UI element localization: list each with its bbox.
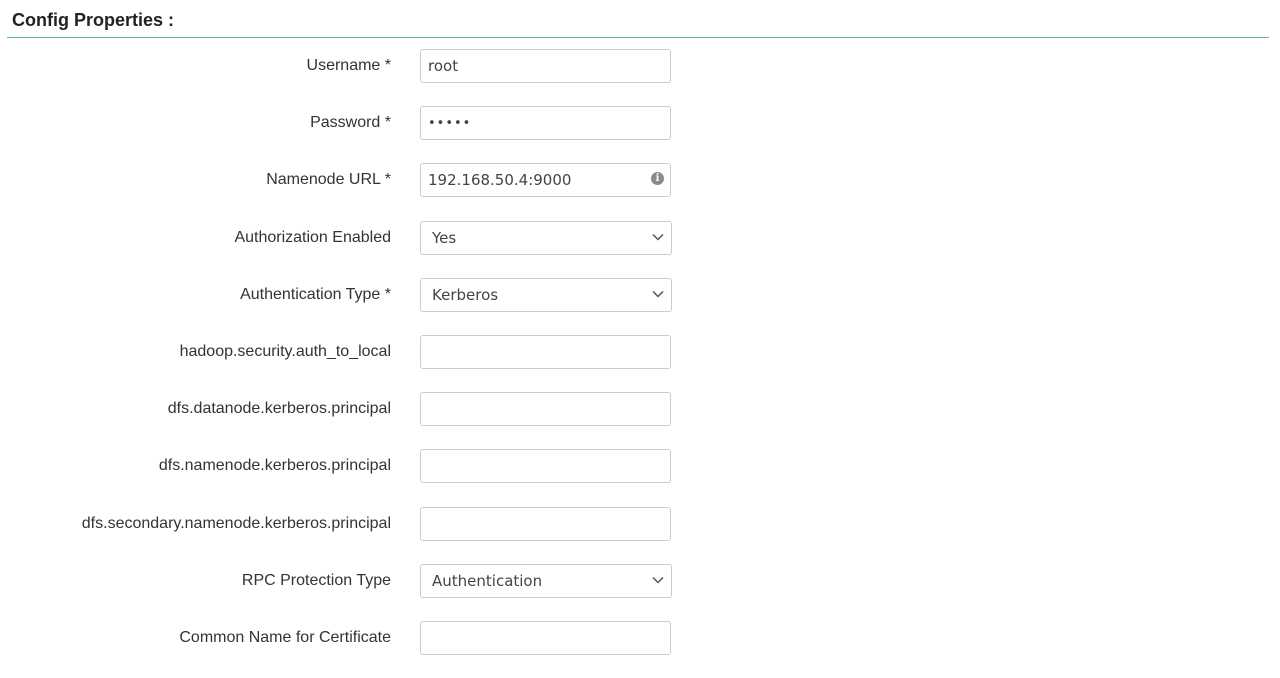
auth-to-local-label: hadoop.security.auth_to_local xyxy=(179,342,391,360)
common-name-label: Common Name for Certificate xyxy=(179,628,391,646)
authentication-type-value: Kerberos xyxy=(432,285,499,304)
form-row-authentication-type: Authentication Type * Kerberos xyxy=(0,277,1280,335)
namenode-principal-input[interactable] xyxy=(420,449,671,484)
username-label: Username * xyxy=(306,57,391,74)
secondary-namenode-principal-label: dfs.secondary.namenode.kerberos.principa… xyxy=(81,514,391,532)
form-row-common-name: Common Name for Certificate xyxy=(0,620,1280,678)
datanode-principal-label: dfs.datanode.kerberos.principal xyxy=(167,400,391,418)
section-title: Config Properties : xyxy=(12,10,175,30)
chevron-down-icon xyxy=(652,576,664,584)
common-name-input[interactable] xyxy=(420,620,671,655)
config-form: Username * Password * Namenode URL * i A… xyxy=(0,49,1280,678)
form-row-datanode-principal: dfs.datanode.kerberos.principal xyxy=(0,392,1280,449)
rpc-protection-type-label: RPC Protection Type xyxy=(241,571,391,589)
datanode-principal-input[interactable] xyxy=(420,392,671,427)
rpc-protection-type-select[interactable]: Authentication xyxy=(420,563,672,598)
form-row-secondary-namenode-principal: dfs.secondary.namenode.kerberos.principa… xyxy=(0,506,1280,564)
namenode-principal-label: dfs.namenode.kerberos.principal xyxy=(158,457,391,475)
authentication-type-label: Authentication Type * xyxy=(240,285,391,303)
form-row-authorization-enabled: Authorization Enabled Yes xyxy=(0,220,1280,278)
namenode-url-label: Namenode URL * xyxy=(266,171,391,189)
password-label: Password * xyxy=(310,114,391,132)
form-row-namenode-url: Namenode URL * i xyxy=(0,163,1280,220)
section-divider xyxy=(7,37,1269,38)
auth-to-local-input[interactable] xyxy=(420,334,671,369)
form-row-auth-to-local: hadoop.security.auth_to_local xyxy=(0,334,1280,392)
authorization-enabled-select[interactable]: Yes xyxy=(420,220,672,255)
form-row-password: Password * xyxy=(0,106,1280,163)
form-row-namenode-principal: dfs.namenode.kerberos.principal xyxy=(0,449,1280,506)
authorization-enabled-value: Yes xyxy=(432,228,457,247)
form-row-rpc-protection-type: RPC Protection Type Authentication xyxy=(0,563,1280,621)
secondary-namenode-principal-input[interactable] xyxy=(420,506,671,541)
authentication-type-select[interactable]: Kerberos xyxy=(420,277,672,312)
namenode-url-input[interactable] xyxy=(420,163,671,198)
form-row-username: Username * xyxy=(0,49,1280,106)
authorization-enabled-label: Authorization Enabled xyxy=(234,228,391,246)
password-input[interactable] xyxy=(420,106,671,141)
chevron-down-icon xyxy=(652,290,664,298)
rpc-protection-type-value: Authentication xyxy=(432,571,543,590)
chevron-down-icon xyxy=(652,233,664,241)
username-input[interactable] xyxy=(420,49,671,83)
